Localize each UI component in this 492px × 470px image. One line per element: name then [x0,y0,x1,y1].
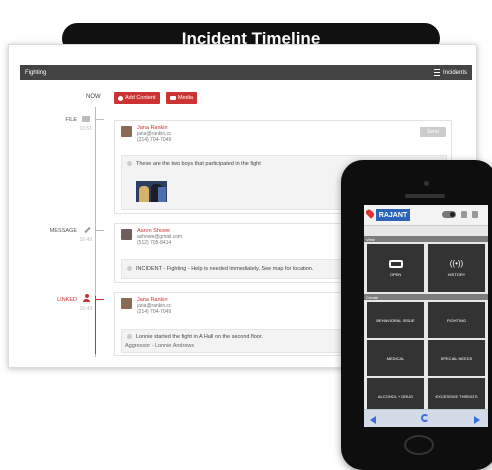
incidents-label: Incidents [442,69,467,76]
broadcast-icon: ((•)) [449,258,464,268]
connector [96,299,104,300]
tile-open[interactable]: OPEN [367,244,424,292]
tile-label: ALCOHOL + DRUG [377,393,414,399]
tile-label: EXCESSIVE THREATS [435,393,478,399]
tile-behavioral[interactable]: BEHAVIORAL ISSUE [367,302,424,338]
media-label: Media [178,95,193,101]
add-content-button[interactable]: Add Content [114,92,160,104]
add-content-label: Add Content [125,95,156,101]
timeline-line-linked [95,296,96,354]
entry-time: 16:49 [79,306,92,312]
attachment-photo[interactable] [136,181,167,202]
toggle-switch[interactable] [442,211,456,218]
map-pin-icon[interactable] [364,208,376,219]
avatar [121,229,132,240]
connector [96,119,104,120]
entry-time: 16:51 [79,126,92,132]
author-phone: (214) 704-7049 [137,137,172,143]
message-dot [127,266,132,271]
incident-name: Fighting [25,69,47,76]
section-view: View [364,236,488,242]
incident-header-bar: Fighting Incidents [20,65,472,80]
tile-history-label: HISTORY [447,271,466,277]
app-logo: RAJANT [376,209,410,221]
message-text: These are the two boys that participated… [136,161,261,167]
tile-special-needs[interactable]: SPECIAL NEEDS [428,340,485,376]
file-icon [82,116,90,122]
tile-medical[interactable]: MEDICAL [367,340,424,376]
app-top-bar: RAJANT [364,205,488,226]
camera-icon [170,96,176,100]
send-button[interactable]: Send [420,127,446,137]
back-icon[interactable] [370,416,376,424]
message-text: Lonnie started the fight in A Hall on th… [136,334,263,340]
message-subtext: Aggressor - Lonnie Andrews [125,343,195,349]
inbox-icon [388,259,403,268]
phone-screen: RAJANT View OPEN ((•)) HISTORY Create BE… [364,205,488,427]
forward-icon[interactable] [474,416,480,424]
tile-label: BEHAVIORAL ISSUE [376,317,415,323]
entry-type-label: LINKED [57,297,77,303]
incidents-link[interactable]: Incidents [433,69,467,76]
plus-icon [118,95,123,101]
phone-speaker [405,194,445,198]
section-create: Create [364,294,488,300]
entry-time: 16:49 [79,237,92,243]
connector [96,230,104,231]
phone-home-button[interactable] [404,435,434,455]
person-icon [83,294,90,302]
tile-open-label: OPEN [389,271,402,277]
message-dot [127,334,132,339]
tile-label: MEDICAL [386,355,405,361]
browser-toolbar [364,409,488,427]
author-phone: (214) 704-7049 [137,309,172,315]
phone-camera [424,181,429,186]
refresh-icon[interactable] [421,414,429,422]
avatar [121,126,132,137]
tile-fighting[interactable]: FIGHTING [428,302,485,338]
tile-label: FIGHTING [446,317,467,323]
home-icon[interactable] [472,211,478,218]
entry-type-label: MESSAGE [49,228,77,234]
now-label: NOW [86,94,101,100]
tile-label: SPECIAL NEEDS [440,355,473,361]
avatar [121,298,132,309]
message-dot [127,161,132,166]
list-icon [433,69,440,76]
message-text: INCIDENT - Fighting - Help is needed imm… [136,266,314,272]
author-phone: (512) 705-8414 [137,240,172,246]
mail-icon[interactable] [461,211,467,218]
entry-type-label: FILE [65,117,77,123]
media-button[interactable]: Media [166,92,197,104]
tile-history[interactable]: ((•)) HISTORY [428,244,485,292]
